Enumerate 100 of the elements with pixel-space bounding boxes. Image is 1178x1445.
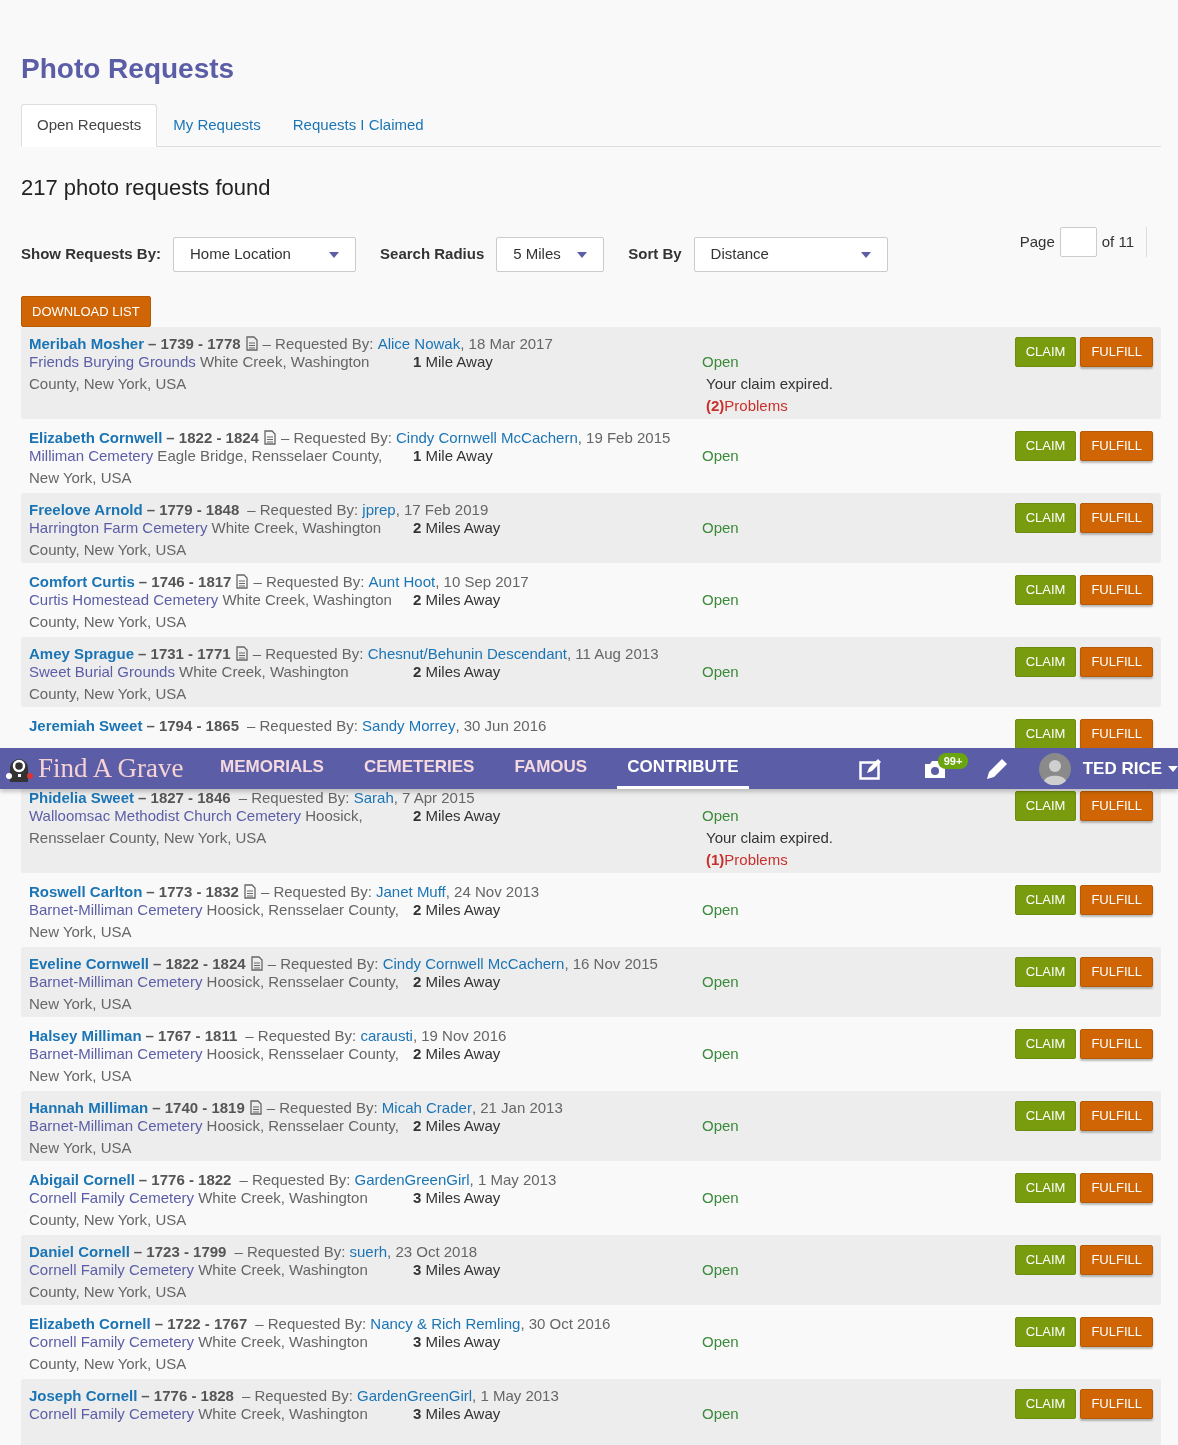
request-date: , 7 Apr 2015 — [393, 790, 475, 805]
tab[interactable]: Requests I Claimed — [276, 104, 440, 147]
claim-button[interactable]: CLAIM — [1014, 431, 1077, 461]
requester-link[interactable]: GardenGreenGirl — [354, 1172, 470, 1187]
cemetery-location: Barnet-Milliman Cemetery Hoosick, Rensselaer County, New York, USA — [29, 972, 400, 1014]
claim-button[interactable]: CLAIM — [1014, 1245, 1077, 1275]
claim-button[interactable]: CLAIM — [1014, 885, 1077, 915]
requester-link[interactable]: carausti — [360, 1028, 413, 1043]
cemetery-location: Walloomsac Methodist Church Cemetery Hoosick, Rensselaer County, New York, USA — [29, 806, 364, 848]
fulfill-button[interactable]: FULFILL — [1080, 1029, 1153, 1059]
requester-link[interactable]: Sandy Morrey — [362, 718, 456, 733]
life-years: – 1776 - 1822 — [138, 1172, 232, 1187]
memorial-name-link[interactable]: Elizabeth Cornwell — [29, 430, 163, 445]
filter-select[interactable]: Home Location — [173, 237, 357, 272]
claim-button[interactable]: CLAIM — [1014, 1101, 1077, 1131]
memorial-name-link[interactable]: Abigail Cornell — [29, 1172, 135, 1187]
page-input[interactable] — [1059, 227, 1097, 257]
memorial-name-link[interactable]: Freelove Arnold — [29, 502, 143, 517]
nav-tab[interactable]: FAMOUS — [504, 748, 598, 789]
logo-text[interactable]: Find A Grave — [38, 755, 184, 782]
memorial-name-link[interactable]: Halsey Milliman — [29, 1028, 142, 1043]
cemetery-location: Curtis Homestead Cemetery White Creek, Washington County, New York, USA — [29, 590, 393, 632]
claim-button[interactable]: CLAIM — [1014, 337, 1077, 367]
fulfill-button[interactable]: FULFILL — [1080, 1101, 1153, 1131]
memorial-name-link[interactable]: Phidelia Sweet — [29, 790, 135, 805]
claim-button[interactable]: CLAIM — [1014, 719, 1077, 749]
requester-link[interactable]: Janet Muff — [376, 884, 446, 899]
request-date: , 16 Nov 2015 — [564, 956, 658, 971]
request-date: , 24 Nov 2013 — [445, 884, 540, 899]
requester-link[interactable]: Micah Crader — [381, 1100, 472, 1115]
requester-link[interactable]: Sarah — [353, 790, 394, 805]
requester-link[interactable]: Cindy Cornwell McCachern — [382, 956, 565, 971]
requested-by-label: – Requested By: — [247, 502, 360, 517]
distance: 2 Miles Away — [413, 900, 502, 920]
life-years: – 1822 - 1824 — [153, 956, 246, 971]
nav-tab[interactable]: CEMETERIES — [353, 748, 485, 789]
requested-by-label: – Requested By: — [255, 1316, 368, 1331]
distance: 3 Miles Away — [413, 1188, 502, 1208]
requester-link[interactable]: jprep — [362, 502, 396, 517]
life-years: – 1722 - 1767 — [154, 1316, 248, 1331]
memorial-name-link[interactable]: Daniel Cornell — [29, 1244, 130, 1259]
fulfill-button[interactable]: FULFILL — [1080, 575, 1153, 605]
requester-link[interactable]: suerh — [349, 1244, 388, 1259]
status-open: Open — [702, 900, 739, 920]
memorial-name-link[interactable]: Meribah Mosher — [29, 336, 145, 351]
requested-by-label: – Requested By: — [241, 1388, 354, 1403]
request-date: , 23 Oct 2018 — [387, 1244, 478, 1259]
download-list-button[interactable]: DOWNLOAD LIST — [21, 296, 151, 327]
fulfill-button[interactable]: FULFILL — [1080, 503, 1153, 533]
requester-link[interactable]: Cindy Cornwell McCachern — [396, 430, 578, 445]
fulfill-button[interactable]: FULFILL — [1080, 1317, 1153, 1347]
memorial-name-link[interactable]: Hannah Milliman — [29, 1100, 149, 1115]
nav-tab[interactable]: CONTRIBUTE — [617, 748, 749, 789]
cemetery-location: Sweet Burial Grounds White Creek, Washington County, New York, USA — [29, 662, 350, 704]
cemetery-location: Barnet-Milliman Cemetery Hoosick, Rensselaer County, New York, USA — [29, 900, 400, 942]
claim-button[interactable]: CLAIM — [1014, 957, 1077, 987]
requester-link[interactable]: GardenGreenGirl — [357, 1388, 473, 1403]
nav-tab[interactable]: MEMORIALS — [210, 748, 334, 789]
memorial-name-link[interactable]: Comfort Curtis — [29, 574, 135, 589]
distance: 2 Miles Away — [413, 1116, 502, 1136]
fulfill-button[interactable]: FULFILL — [1080, 647, 1153, 677]
fulfill-button[interactable]: FULFILL — [1080, 1173, 1153, 1203]
claim-button[interactable]: CLAIM — [1014, 1317, 1077, 1347]
fulfill-button[interactable]: FULFILL — [1080, 957, 1153, 987]
status-open: Open — [702, 1260, 739, 1280]
memorial-name-link[interactable]: Elizabeth Cornell — [29, 1316, 151, 1331]
tab[interactable]: Open Requests — [21, 104, 158, 147]
life-years: – 1822 - 1824 — [166, 430, 259, 445]
user-avatar[interactable] — [1038, 752, 1071, 785]
claim-button[interactable]: CLAIM — [1014, 1029, 1077, 1059]
fulfill-button[interactable]: FULFILL — [1080, 885, 1153, 915]
claim-expired-text: Your claim expired. — [705, 374, 833, 394]
memorial-name-link[interactable]: Amey Sprague — [29, 646, 135, 661]
memorial-name-link[interactable]: Joseph Cornell — [29, 1388, 138, 1403]
fulfill-button[interactable]: FULFILL — [1080, 431, 1153, 461]
fulfill-button[interactable]: FULFILL — [1080, 1245, 1153, 1275]
requester-link[interactable]: Nancy & Rich Remling — [370, 1316, 521, 1331]
fulfill-button[interactable]: FULFILL — [1080, 337, 1153, 367]
fulfill-button[interactable]: FULFILL — [1080, 791, 1153, 821]
memorial-name-link[interactable]: Jeremiah Sweet — [29, 718, 143, 733]
fulfill-button[interactable]: FULFILL — [1080, 719, 1153, 749]
fulfill-button[interactable]: FULFILL — [1080, 1389, 1153, 1419]
filter-select[interactable]: Distance — [693, 237, 888, 272]
claim-button[interactable]: CLAIM — [1014, 503, 1077, 533]
claim-button[interactable]: CLAIM — [1014, 575, 1077, 605]
memorial-name-link[interactable]: Eveline Cornwell — [29, 956, 150, 971]
claim-button[interactable]: CLAIM — [1014, 791, 1077, 821]
page-label: Page — [1019, 231, 1055, 252]
requested-by-label: – Requested By: — [234, 1244, 347, 1259]
memorial-name-link[interactable]: Roswell Carlton — [29, 884, 143, 899]
user-menu-button[interactable]: TED RICE — [1082, 755, 1178, 782]
claim-button[interactable]: CLAIM — [1014, 647, 1077, 677]
claim-button[interactable]: CLAIM — [1014, 1389, 1077, 1419]
problems-link[interactable]: (2)Problems — [702, 395, 833, 417]
tab[interactable]: My Requests — [157, 104, 277, 147]
claim-button[interactable]: CLAIM — [1014, 1173, 1077, 1203]
problems-link[interactable]: (1)Problems — [702, 849, 833, 871]
requester-link[interactable]: Chesnut/Behunin Descendant — [367, 646, 567, 661]
edit-icon[interactable] — [858, 757, 883, 780]
filter-select[interactable]: 5 Miles — [496, 237, 605, 272]
